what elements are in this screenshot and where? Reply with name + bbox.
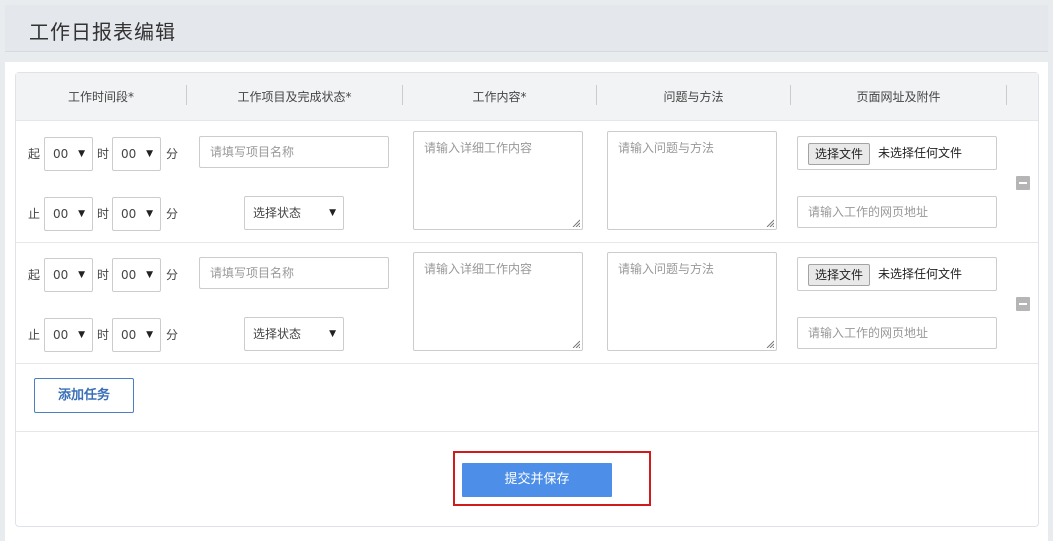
work-content-placeholder: 请输入详细工作内容 xyxy=(424,141,533,155)
table-header: 工作时间段* 工作项目及完成状态* 工作内容* 问题与方法 页面网址及附件 xyxy=(16,73,1038,121)
column-header-attachment: 页面网址及附件 xyxy=(856,90,941,104)
column-header-time: 工作时间段* xyxy=(67,90,134,104)
start-hour-value: 00 xyxy=(53,147,69,161)
end-hour-select[interactable]: 00 ▼ xyxy=(44,318,93,352)
hour-label: 时 xyxy=(97,268,110,282)
page-url-input[interactable]: 请输入工作的网页地址 xyxy=(797,196,997,228)
caret-down-icon: ▼ xyxy=(146,270,153,280)
task-row: 起 00 ▼ 时 00 ▼ 分 止 00 ▼ 时 00 ▼ 分 请填写项目名称 xyxy=(16,122,1038,243)
minute-label: 分 xyxy=(166,328,179,342)
add-task-button[interactable]: 添加任务 xyxy=(34,378,134,413)
end-minute-value: 00 xyxy=(121,328,137,342)
start-hour-select[interactable]: 00 ▼ xyxy=(44,137,93,171)
file-status-text: 未选择任何文件 xyxy=(878,146,963,160)
submit-save-button[interactable]: 提交并保存 xyxy=(462,463,612,497)
work-content-textarea[interactable]: 请输入详细工作内容 xyxy=(413,252,583,351)
column-header-problem: 问题与方法 xyxy=(663,90,724,104)
start-minute-select[interactable]: 00 ▼ xyxy=(112,137,161,171)
end-hour-value: 00 xyxy=(53,207,69,221)
start-label: 起 xyxy=(28,268,41,282)
minus-icon[interactable] xyxy=(1016,176,1030,190)
status-value: 选择状态 xyxy=(253,327,302,341)
minute-label: 分 xyxy=(166,147,179,161)
status-select[interactable]: 选择状态 ▼ xyxy=(244,317,344,351)
start-hour-value: 00 xyxy=(53,268,69,282)
file-picker: 选择文件 未选择任何文件 xyxy=(797,136,997,170)
file-status-text: 未选择任何文件 xyxy=(878,267,963,281)
caret-down-icon: ▼ xyxy=(146,330,153,340)
page-header: 工作日报表编辑 xyxy=(5,5,1048,52)
caret-down-icon: ▼ xyxy=(78,330,85,340)
end-hour-select[interactable]: 00 ▼ xyxy=(44,197,93,231)
hour-label: 时 xyxy=(97,207,110,221)
minus-icon[interactable] xyxy=(1016,297,1030,311)
work-content-placeholder: 请输入详细工作内容 xyxy=(424,262,533,276)
end-hour-value: 00 xyxy=(53,328,69,342)
project-name-input[interactable]: 请填写项目名称 xyxy=(199,257,389,289)
end-label: 止 xyxy=(28,207,41,221)
page-title: 工作日报表编辑 xyxy=(29,20,176,44)
hour-label: 时 xyxy=(97,147,110,161)
minute-label: 分 xyxy=(166,268,179,282)
work-content-textarea[interactable]: 请输入详细工作内容 xyxy=(413,131,583,230)
resize-grip-icon[interactable] xyxy=(572,219,580,227)
caret-down-icon: ▼ xyxy=(146,149,153,159)
problem-method-textarea[interactable]: 请输入问题与方法 xyxy=(607,252,777,351)
status-select[interactable]: 选择状态 ▼ xyxy=(244,196,344,230)
problem-method-textarea[interactable]: 请输入问题与方法 xyxy=(607,131,777,230)
project-name-input[interactable]: 请填写项目名称 xyxy=(199,136,389,168)
start-minute-select[interactable]: 00 ▼ xyxy=(112,258,161,292)
start-hour-select[interactable]: 00 ▼ xyxy=(44,258,93,292)
status-value: 选择状态 xyxy=(253,206,302,220)
problem-method-placeholder: 请输入问题与方法 xyxy=(618,262,715,276)
end-minute-value: 00 xyxy=(121,207,137,221)
problem-method-placeholder: 请输入问题与方法 xyxy=(618,141,715,155)
start-minute-value: 00 xyxy=(121,147,137,161)
caret-down-icon: ▼ xyxy=(78,270,85,280)
form-panel: 工作时间段* 工作项目及完成状态* 工作内容* 问题与方法 页面网址及附件 起 … xyxy=(5,62,1048,541)
start-label: 起 xyxy=(28,147,41,161)
resize-grip-icon[interactable] xyxy=(766,340,774,348)
caret-down-icon: ▼ xyxy=(78,149,85,159)
end-label: 止 xyxy=(28,328,41,342)
header-divider xyxy=(1006,85,1007,105)
task-row: 起 00 ▼ 时 00 ▼ 分 止 00 ▼ 时 00 ▼ 分 请填写项目名称 xyxy=(16,243,1038,364)
choose-file-button[interactable]: 选择文件 xyxy=(808,143,871,165)
caret-down-icon: ▼ xyxy=(329,329,336,339)
resize-grip-icon[interactable] xyxy=(766,219,774,227)
end-minute-select[interactable]: 00 ▼ xyxy=(112,318,161,352)
resize-grip-icon[interactable] xyxy=(572,340,580,348)
caret-down-icon: ▼ xyxy=(329,208,336,218)
minute-label: 分 xyxy=(166,207,179,221)
caret-down-icon: ▼ xyxy=(78,209,85,219)
end-minute-select[interactable]: 00 ▼ xyxy=(112,197,161,231)
page-url-input[interactable]: 请输入工作的网页地址 xyxy=(797,317,997,349)
column-header-project: 工作项目及完成状态* xyxy=(237,90,352,104)
file-picker: 选择文件 未选择任何文件 xyxy=(797,257,997,291)
caret-down-icon: ▼ xyxy=(146,209,153,219)
hour-label: 时 xyxy=(97,328,110,342)
column-header-content: 工作内容* xyxy=(472,90,527,104)
choose-file-button[interactable]: 选择文件 xyxy=(808,264,871,286)
section-divider xyxy=(16,431,1038,432)
report-card: 工作时间段* 工作项目及完成状态* 工作内容* 问题与方法 页面网址及附件 起 … xyxy=(15,72,1039,527)
start-minute-value: 00 xyxy=(121,268,137,282)
